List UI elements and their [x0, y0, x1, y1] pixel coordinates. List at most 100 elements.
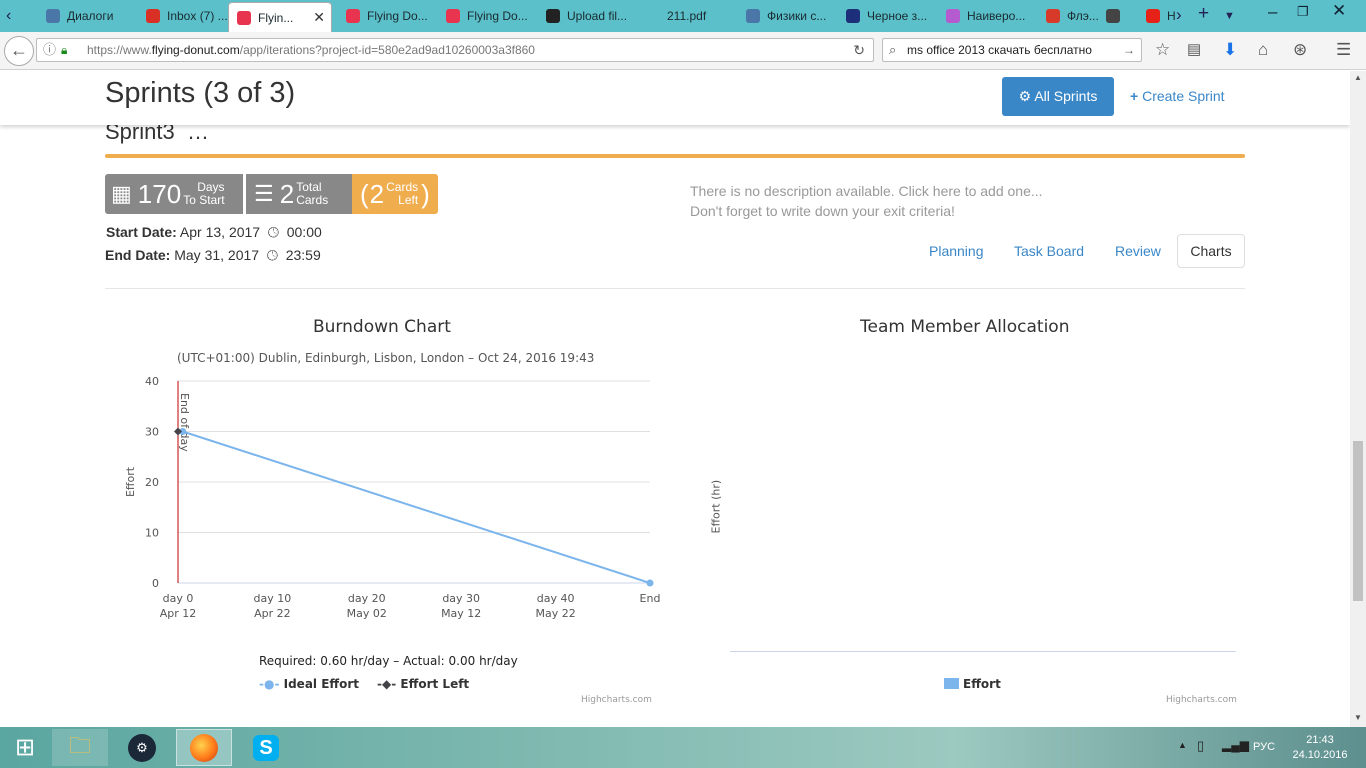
browser-tab[interactable]: Upload fil...: [546, 2, 646, 30]
cards-icon: ☰: [254, 181, 274, 206]
sprint-description[interactable]: There is no description available. Click…: [690, 181, 1043, 221]
tab-planning[interactable]: Planning: [929, 243, 984, 259]
tab-favicon-icon: [946, 9, 960, 23]
y-tick-label: 40: [145, 375, 159, 388]
end-date[interactable]: May 31, 2017: [174, 247, 259, 263]
close-window-icon[interactable]: ✕: [1332, 1, 1346, 21]
browser-tab[interactable]: Черное з...: [846, 2, 946, 30]
y-tick-label: 20: [145, 476, 159, 489]
info-icon[interactable]: ⓘ: [43, 39, 56, 61]
clock-icon: 🕓︎: [266, 247, 278, 263]
x-tick-label: day 40: [537, 592, 575, 605]
minimize-icon[interactable]: –: [1268, 2, 1277, 22]
tab-label: Диалоги: [67, 9, 114, 23]
cards-count: 2: [279, 178, 295, 209]
scrollbar-thumb[interactable]: [1353, 441, 1363, 601]
tab-charts[interactable]: Charts: [1177, 234, 1245, 268]
taskbar-skype[interactable]: S: [238, 729, 294, 766]
tab-review[interactable]: Review: [1115, 243, 1161, 259]
browser-nav-bar: ← ⓘ 🔒︎ https://www.flying-donut.com/app/…: [0, 32, 1366, 70]
tray-expand-icon[interactable]: ▲: [1178, 740, 1187, 750]
battery-icon[interactable]: ▯: [1197, 738, 1204, 754]
tab-label: Flying Do...: [367, 9, 428, 23]
bookmark-star-icon[interactable]: ☆: [1155, 40, 1170, 60]
restore-icon[interactable]: ❐: [1297, 2, 1309, 22]
tabs-scroll-right-icon[interactable]: ›: [1176, 5, 1182, 25]
create-sprint-button[interactable]: + Create Sprint: [1130, 88, 1225, 104]
legend-ideal-effort[interactable]: -●- Ideal Effort: [259, 677, 359, 691]
network-icon[interactable]: ▂▄▆: [1222, 738, 1249, 752]
days-to-start-badge: ▦ 170 Days To Start: [105, 174, 243, 214]
browser-tab[interactable]: Flying Do...: [446, 2, 546, 30]
language-indicator[interactable]: РУС: [1253, 741, 1275, 753]
scroll-up-icon[interactable]: ▲: [1354, 73, 1362, 82]
tab-task-board[interactable]: Task Board: [1014, 243, 1084, 259]
cards-label2: Cards: [296, 193, 329, 207]
all-sprints-label: All Sprints: [1034, 88, 1098, 104]
clock[interactable]: 21:43 24.10.2016: [1290, 733, 1350, 763]
downloads-icon[interactable]: ⬇: [1223, 40, 1237, 60]
sprint-divider: [105, 154, 1245, 158]
folder-icon: 🗀︎: [68, 732, 91, 758]
search-icon: ⌕: [889, 42, 897, 57]
ideal-effort-point: [646, 579, 654, 587]
taskbar-firefox[interactable]: [176, 729, 232, 766]
search-text: ms office 2013 скачать бесплатно: [907, 43, 1092, 57]
plus-icon: +: [1130, 88, 1139, 104]
start-time[interactable]: 00:00: [287, 224, 322, 240]
left-label2: Left: [398, 193, 419, 207]
menu-icon[interactable]: ☰: [1336, 40, 1351, 60]
allocation-x-axis: [730, 651, 1236, 652]
burndown-subtitle: (UTC+01:00) Dublin, Edinburgh, Lisbon, L…: [177, 351, 595, 365]
taskbar-explorer[interactable]: 🗀︎: [52, 729, 108, 766]
scroll-down-icon[interactable]: ▼: [1354, 713, 1362, 722]
extension-icon[interactable]: ⊛: [1293, 40, 1307, 60]
browser-tab[interactable]: Flying Do...: [346, 2, 446, 30]
new-tab-icon[interactable]: +: [1198, 4, 1209, 24]
all-sprints-button[interactable]: ⚙ All Sprints: [1002, 77, 1114, 116]
browser-tab[interactable]: Физики с...: [746, 2, 846, 30]
home-icon[interactable]: ⌂: [1258, 40, 1268, 60]
browser-tab[interactable]: Наиверо...: [946, 2, 1046, 30]
highcharts-credit[interactable]: Highcharts.com: [581, 695, 652, 705]
end-time[interactable]: 23:59: [286, 247, 321, 263]
browser-tab[interactable]: Флэ...: [1046, 2, 1106, 30]
clock-time: 21:43: [1306, 734, 1334, 746]
tab-favicon-icon: [237, 10, 251, 25]
highcharts-credit[interactable]: Highcharts.com: [1166, 695, 1237, 705]
tab-favicon-icon: [46, 9, 60, 23]
legend-ideal-label: Ideal Effort: [283, 677, 360, 691]
start-date[interactable]: Apr 13, 2017: [180, 224, 260, 240]
allocation-title: Team Member Allocation: [860, 317, 1070, 337]
address-bar[interactable]: ⓘ 🔒︎ https://www.flying-donut.com/app/it…: [36, 38, 874, 62]
reading-list-icon[interactable]: ▤: [1187, 40, 1201, 60]
tab-charts-label: Charts: [1190, 243, 1232, 259]
close-tab-icon[interactable]: ✕: [313, 9, 325, 26]
url-domain: flying-donut.com: [151, 43, 240, 57]
tab-favicon-icon: [746, 9, 760, 23]
legend-effort-left[interactable]: -◆- Effort Left: [377, 677, 469, 691]
reload-icon[interactable]: ↻: [853, 39, 865, 61]
browser-tab[interactable]: 211.pdf: [646, 2, 746, 30]
tab-list-icon[interactable]: ▼: [1224, 6, 1235, 26]
search-bar[interactable]: ⌕ ms office 2013 скачать бесплатно →: [882, 38, 1142, 62]
browser-tab-bar: ‹ Диалоги Inbox (7) ... Flyin... ✕ Flying Do…: [0, 0, 1366, 32]
browser-tab[interactable]: Inbox (7) ...: [146, 2, 236, 30]
y-tick-label: 0: [152, 577, 159, 590]
browser-tab[interactable]: Диалоги: [46, 2, 136, 30]
search-go-icon[interactable]: →: [1123, 39, 1135, 61]
tab-favicon-icon: [146, 9, 160, 23]
browser-tab[interactable]: [1106, 2, 1146, 30]
page-scrollbar[interactable]: ▲ ▼: [1350, 71, 1366, 727]
tabs-scroll-left-icon[interactable]: ‹: [6, 6, 11, 26]
browser-tab[interactable]: Н: [1146, 2, 1176, 30]
back-button[interactable]: ←: [4, 36, 34, 66]
start-button[interactable]: ⊞: [0, 729, 50, 766]
legend-effort-swatch: [944, 678, 959, 689]
x-tick-label: day 30: [442, 592, 480, 605]
allocation-legend[interactable]: Effort: [944, 677, 1001, 691]
tab-label: Flying Do...: [467, 9, 528, 23]
taskbar-steam[interactable]: ⚙: [114, 729, 170, 766]
browser-tab[interactable]: Flyin... ✕: [228, 2, 332, 32]
tab-label: Upload fil...: [567, 9, 628, 23]
